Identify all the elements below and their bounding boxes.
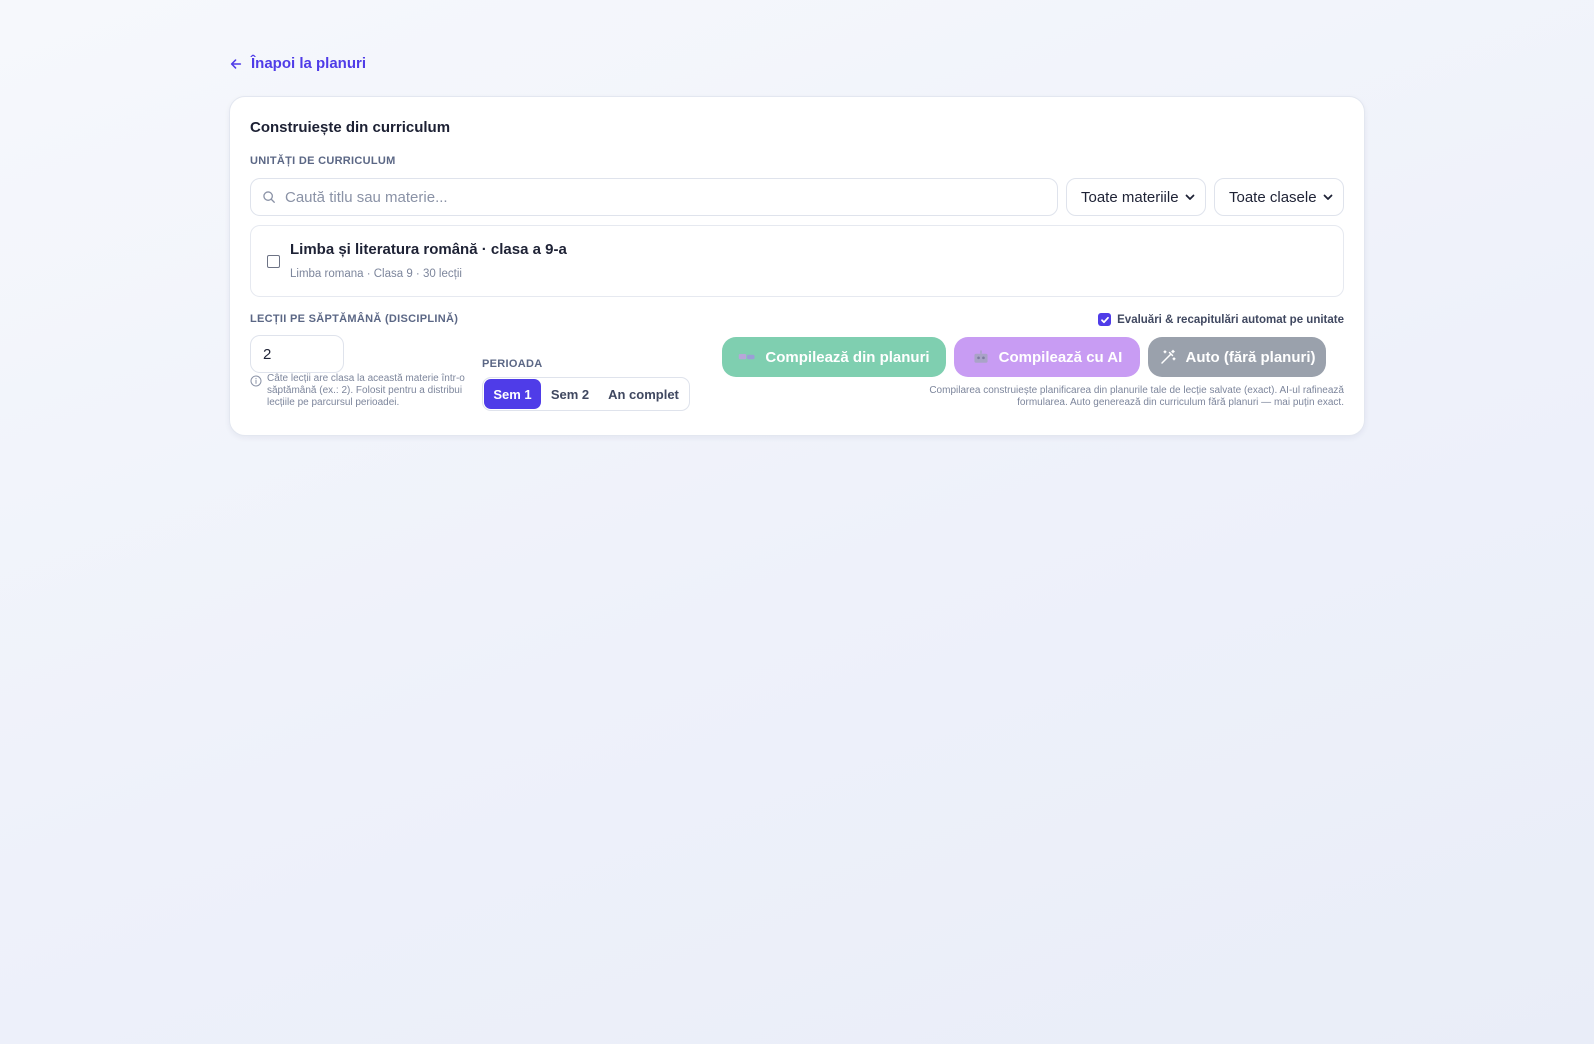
period-label: PERIOADA <box>482 358 543 370</box>
card-title: Construiește din curriculum <box>250 119 451 136</box>
units-section-label: UNITĂȚI DE CURRICULUM <box>250 155 396 167</box>
stack-icon <box>739 354 755 360</box>
subject-filter-select[interactable]: Toate materiile <box>1066 178 1206 216</box>
lessons-hint: Câte lecții are clasa la această materie… <box>250 373 470 409</box>
search-input[interactable] <box>285 188 1057 206</box>
period-segmented-control: Sem 1 Sem 2 An complet <box>482 377 690 411</box>
unit-title: Limba și literatura română · clasa a 9-a <box>290 241 567 258</box>
back-link-label: Înapoi la planuri <box>251 55 367 72</box>
class-filter-select[interactable]: Toate clasele <box>1214 178 1344 216</box>
lessons-per-week-input[interactable]: 2 <box>250 335 344 373</box>
auto-generate-button[interactable]: Auto (fără planuri) <box>1148 337 1326 377</box>
auto-evaluations-label: Evaluări & recapitulări automat pe unita… <box>1117 313 1344 326</box>
back-to-plans-link[interactable]: Înapoi la planuri <box>229 55 366 72</box>
compile-from-plans-label: Compilează din planuri <box>765 348 930 366</box>
compile-from-plans-button[interactable]: Compilează din planuri <box>722 337 946 377</box>
compile-footnote: Compilarea construiește planificarea din… <box>929 385 1344 408</box>
auto-evaluations-checkbox[interactable] <box>1098 313 1112 326</box>
chevron-down-icon <box>1323 194 1333 200</box>
class-filter-value: Toate clasele <box>1229 188 1317 206</box>
period-full-year-button[interactable]: An complet <box>599 379 688 409</box>
lessons-per-week-label: LECȚII PE SĂPTĂMÂNĂ (DISCIPLINĂ) <box>250 313 459 325</box>
search-field[interactable] <box>250 178 1058 216</box>
period-sem2-button[interactable]: Sem 2 <box>541 379 599 409</box>
curriculum-unit-item[interactable]: Limba și literatura română · clasa a 9-a… <box>250 225 1344 297</box>
compile-with-ai-label: Compilează cu AI <box>998 348 1123 366</box>
curriculum-builder-card: Construiește din curriculum UNITĂȚI DE C… <box>229 96 1365 436</box>
unit-checkbox[interactable] <box>267 255 280 268</box>
auto-generate-label: Auto (fără planuri) <box>1185 348 1316 366</box>
subject-filter-value: Toate materiile <box>1081 188 1179 206</box>
chevron-down-icon <box>1185 194 1195 200</box>
search-icon <box>263 191 275 203</box>
magic-wand-icon <box>1160 349 1176 364</box>
lessons-hint-text: Câte lecții are clasa la această materie… <box>267 373 465 408</box>
compile-with-ai-button[interactable]: Compilează cu AI <box>954 337 1140 377</box>
unit-meta: Limba romana · Clasa 9 · 30 lecții <box>290 268 462 280</box>
check-icon <box>1100 316 1109 323</box>
info-icon <box>250 375 262 387</box>
period-sem1-button[interactable]: Sem 1 <box>484 379 541 409</box>
auto-evaluations-toggle[interactable]: Evaluări & recapitulări automat pe unita… <box>1098 313 1344 326</box>
arrow-left-icon <box>230 58 242 69</box>
robot-icon <box>974 350 988 363</box>
